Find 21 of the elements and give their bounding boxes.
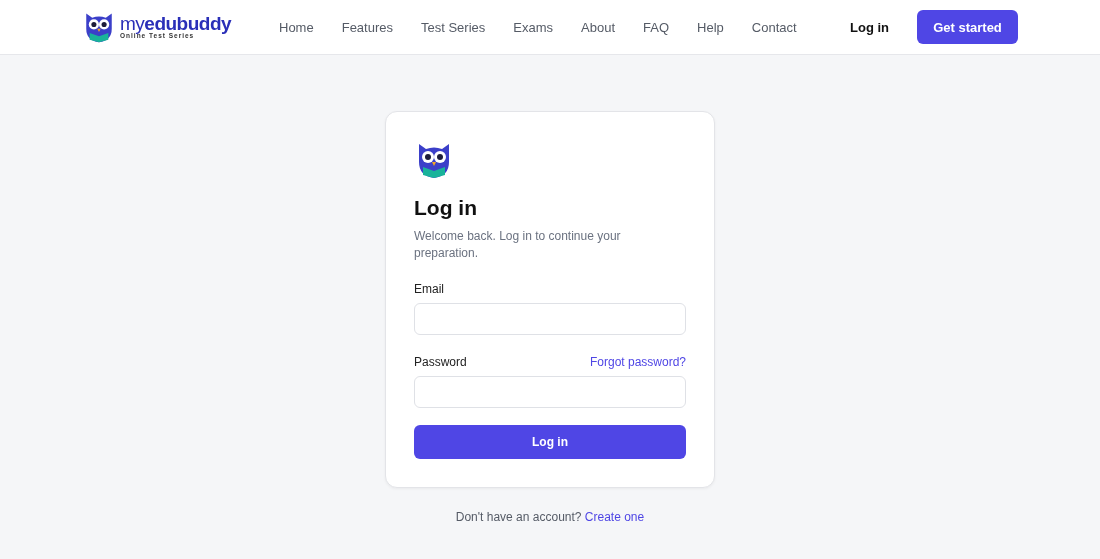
- nav-link[interactable]: FAQ: [643, 19, 670, 35]
- login-title: Log in: [414, 196, 478, 220]
- forgot-password-link[interactable]: Forgot password?: [589, 355, 686, 369]
- login-button[interactable]: Log in: [414, 425, 686, 459]
- login-link[interactable]: Log in: [850, 19, 889, 35]
- nav-link[interactable]: Exams: [513, 19, 554, 35]
- get-started-button[interactable]: Get started: [917, 10, 1018, 44]
- password-field[interactable]: [414, 376, 686, 408]
- email-label: Email: [414, 282, 445, 296]
- login-subtitle: Welcome back. Log in to continue your preparation.: [414, 228, 622, 262]
- nav-link[interactable]: Home: [279, 19, 314, 35]
- nav-link[interactable]: Features: [341, 19, 393, 35]
- nav-link[interactable]: About: [581, 19, 616, 35]
- brand-name: myedubuddy: [120, 14, 232, 34]
- nav-link[interactable]: Test Series: [421, 19, 486, 35]
- nav-link[interactable]: Contact: [751, 19, 797, 35]
- create-account-link[interactable]: Create one: [584, 510, 645, 524]
- password-label: Password: [414, 355, 467, 369]
- signup-prompt: Don't have an account?: [455, 510, 582, 524]
- email-field[interactable]: [414, 303, 686, 335]
- nav-link[interactable]: Help: [697, 19, 724, 35]
